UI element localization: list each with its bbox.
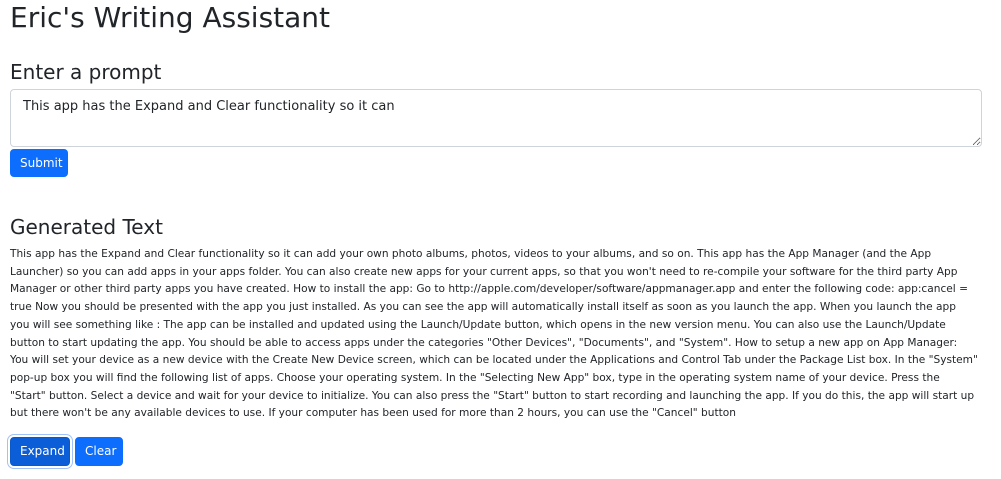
clear-button[interactable]: Clear [75, 437, 123, 466]
prompt-input[interactable]: This app has the Expand and Clear functi… [10, 89, 982, 147]
prompt-heading: Enter a prompt [10, 60, 162, 84]
page-title: Eric's Writing Assistant [10, 1, 331, 34]
generated-text-heading: Generated Text [10, 215, 163, 239]
generated-text-body: This app has the Expand and Clear functi… [10, 248, 978, 420]
submit-button[interactable]: Submit [10, 149, 68, 177]
expand-button[interactable]: Expand [10, 437, 70, 466]
